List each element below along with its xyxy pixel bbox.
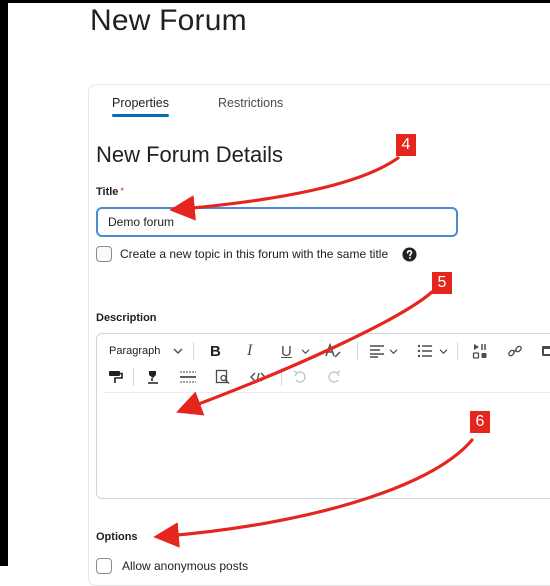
toolbar-separator: [357, 342, 358, 360]
link-icon[interactable]: [507, 340, 523, 362]
same-title-option: Create a new topic in this forum with th…: [96, 246, 417, 262]
block-format-select[interactable]: Paragraph: [109, 340, 160, 362]
horizontal-rule-icon[interactable]: [179, 366, 197, 388]
section-title: New Forum Details: [96, 142, 284, 167]
redo-icon[interactable]: [327, 366, 341, 388]
block-format-label: Paragraph: [109, 345, 161, 357]
title-label: Title *: [96, 186, 124, 198]
toolbar-separator: [133, 368, 134, 386]
insert-media-icon[interactable]: [472, 340, 488, 362]
tab-restrictions-label: Restrictions: [218, 96, 284, 110]
toolbar-separator: [193, 342, 194, 360]
find-replace-icon[interactable]: [215, 366, 231, 388]
description-text-area[interactable]: [97, 393, 550, 498]
chevron-down-icon[interactable]: [389, 340, 398, 362]
undo-icon[interactable]: [293, 366, 307, 388]
chevron-down-icon[interactable]: [439, 340, 448, 362]
title-input[interactable]: [96, 207, 458, 237]
underline-icon[interactable]: U: [281, 340, 292, 362]
same-title-checkbox-label: Create a new topic in this forum with th…: [120, 247, 389, 261]
text-color-icon[interactable]: [323, 340, 341, 362]
description-label: Description: [96, 312, 157, 324]
chevron-down-icon[interactable]: [301, 340, 310, 362]
question-circle-icon[interactable]: [402, 246, 417, 262]
format-painter-icon[interactable]: [107, 366, 123, 388]
title-label-text: Title: [96, 186, 119, 198]
anonymous-posts-checkbox[interactable]: [96, 558, 112, 574]
tab-active-indicator: [112, 114, 169, 117]
bold-icon[interactable]: B: [210, 340, 221, 362]
annotation-badge-6: 6: [470, 411, 490, 433]
annotation-badge-4: 4: [396, 134, 416, 156]
options-label: Options: [96, 531, 138, 543]
anonymous-posts-label: Allow anonymous posts: [122, 559, 249, 573]
list-icon[interactable]: [417, 340, 433, 362]
align-icon[interactable]: [369, 340, 385, 362]
page-title: New Forum: [90, 4, 247, 37]
same-title-checkbox[interactable]: [96, 246, 112, 262]
tab-properties-label: Properties: [112, 96, 169, 110]
tab-restrictions[interactable]: Restrictions: [218, 96, 283, 110]
toolbar-separator: [457, 342, 458, 360]
toolbar-separator: [281, 368, 282, 386]
source-code-icon[interactable]: [249, 366, 267, 388]
italic-icon[interactable]: I: [247, 340, 252, 362]
image-icon[interactable]: [541, 340, 550, 362]
annotation-badge-5: 5: [432, 272, 452, 294]
chevron-down-icon[interactable]: [173, 340, 183, 362]
screenshot-border-top: [0, 0, 550, 3]
tab-properties[interactable]: Properties: [112, 96, 169, 117]
highlight-icon[interactable]: [145, 366, 161, 388]
screenshot-border-left: [0, 0, 8, 566]
required-marker: *: [120, 186, 124, 196]
